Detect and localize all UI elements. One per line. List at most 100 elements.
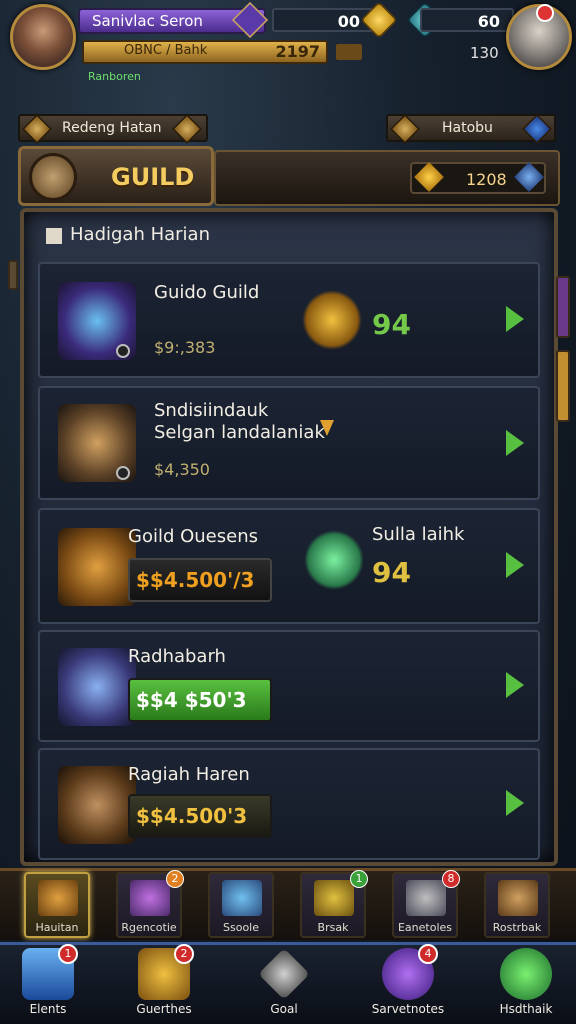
lock-icon — [116, 466, 130, 480]
row-score: 94 — [372, 556, 411, 589]
tab-label: Rgencotie — [121, 921, 177, 934]
green-potion-icon — [304, 530, 364, 590]
row-arrow-icon[interactable] — [506, 790, 524, 816]
lock-icon — [116, 344, 130, 358]
panel-title-text: Hadigah Harian — [70, 224, 210, 245]
tab-badge: 1 — [350, 870, 368, 888]
tab-hauitan[interactable]: Hauitan — [24, 872, 90, 938]
reward-row[interactable]: Sndisiindauk Selgan landalaniak $4,350 — [38, 386, 540, 500]
face-icon — [500, 948, 552, 1000]
sub-left-label: Redeng Hatan — [62, 120, 162, 136]
nav-badge: 2 — [174, 944, 194, 964]
row-title: Goild Ouesens — [128, 526, 258, 547]
gold-bar-label: OBNC / Bahk — [124, 43, 208, 58]
chest-gold-icon — [314, 880, 354, 916]
row-score: 94 — [372, 308, 411, 341]
sub-right-label: Hatobu — [442, 120, 493, 136]
tab-badge: 8 — [442, 870, 460, 888]
nav-hsdthaik[interactable]: Hsdthaik — [488, 944, 564, 1024]
notification-dot — [536, 4, 554, 22]
resource-value-3: 130 — [470, 44, 499, 62]
row-price: $9:,383 — [154, 338, 216, 357]
reward-row[interactable]: Ragiah Haren $$4.500'3 — [38, 748, 540, 860]
row-title: Sndisiindauk — [154, 400, 269, 421]
nav-label: Goal — [270, 1002, 298, 1016]
price-button[interactable]: $$4.500'/3 — [128, 558, 272, 602]
gold-bar: OBNC / Bahk 2197 — [82, 40, 362, 64]
guild-emblem-icon[interactable] — [29, 153, 77, 201]
nav-home[interactable]: 1 Elents — [10, 944, 86, 1024]
side-tab-gold[interactable] — [556, 350, 570, 422]
row-title: Guido Guild — [154, 282, 260, 303]
edit-icon[interactable] — [336, 44, 362, 60]
tab-ssoole[interactable]: Ssoole — [208, 872, 274, 938]
resource-counter-1: 00 — [272, 8, 374, 32]
row-arrow-icon[interactable] — [506, 672, 524, 698]
tab-label: Hauitan — [35, 921, 79, 934]
compass-icon — [390, 114, 420, 144]
chest-blue-icon — [222, 880, 262, 916]
guild-currency: 1208 — [410, 162, 546, 194]
tab-brsak[interactable]: 1 Brsak — [300, 870, 368, 938]
nav-sarvetnotes[interactable]: 4 Sarvetnotes — [370, 944, 446, 1024]
row-arrow-icon[interactable] — [506, 430, 524, 456]
gold-crystal-icon — [414, 162, 444, 192]
side-tab-left[interactable] — [8, 260, 18, 290]
resource-counter-2: 60 — [420, 8, 514, 32]
row-subtitle: Selgan landalaniak — [154, 422, 325, 443]
row-price: $4,350 — [154, 460, 210, 479]
reward-row[interactable]: Guido Guild $9:,383 94 — [38, 262, 540, 378]
tab-eanetoles[interactable]: 8 Eanetoles — [392, 870, 460, 938]
price-button[interactable]: $$4.500'3 — [128, 794, 272, 838]
treasure-chest-icon — [58, 528, 136, 606]
gold-value: 2197 — [275, 42, 320, 61]
panel-title: Hadigah Harian — [44, 224, 210, 245]
nav-label: Sarvetnotes — [371, 1002, 445, 1016]
blue-shield-icon — [522, 114, 552, 144]
nav-label: Guerthes — [136, 1002, 192, 1016]
resource-value-1: 00 — [337, 12, 360, 31]
gold-coin-icon[interactable] — [360, 1, 398, 39]
price-button[interactable]: $$4 $50'3 — [128, 678, 272, 722]
resource-value-2: 60 — [477, 12, 500, 31]
nav-badge: 4 — [418, 944, 438, 964]
tab-label: Eanetoles — [397, 921, 453, 934]
game-screen: Sanivlac Seron OBNC / Bahk 2197 Ranboren… — [0, 0, 576, 1024]
tab-badge: 2 — [166, 870, 184, 888]
row-title: Ragiah Haren — [128, 764, 250, 785]
chest-purple-icon — [130, 880, 170, 916]
reward-row[interactable]: Goild Ouesens $$4.500'/3 Sulla laihk 94 — [38, 508, 540, 624]
row-arrow-icon[interactable] — [506, 306, 524, 332]
tab-label: Rostrbak — [492, 921, 542, 934]
blue-crystal-icon[interactable] — [514, 162, 544, 192]
row-right-title: Sulla laihk — [372, 524, 465, 545]
sub-left-button[interactable]: Redeng Hatan — [18, 114, 208, 144]
nav-label: Elents — [29, 1002, 67, 1016]
sub-right-button[interactable]: Hatobu — [386, 114, 556, 144]
reward-row[interactable]: Radhabarh $$4 $50'3 — [38, 630, 540, 742]
gold-gem-icon — [172, 114, 202, 144]
row-arrow-icon[interactable] — [506, 552, 524, 578]
guild-header: GUILD — [18, 146, 214, 206]
gold-cube-icon — [22, 114, 52, 144]
tab-rgencotie[interactable]: 2 Rgencotie — [116, 870, 184, 938]
rank-label: Ranboren — [88, 70, 141, 83]
nav-badge: 1 — [58, 944, 78, 964]
top-bar: Sanivlac Seron OBNC / Bahk 2197 Ranboren… — [0, 0, 576, 83]
dice-icon — [258, 948, 310, 1000]
player-avatar[interactable] — [10, 4, 76, 70]
armor-icon — [406, 880, 446, 916]
dagger-icon — [58, 648, 136, 726]
tab-label: Ssoole — [223, 921, 259, 934]
tab-label: Brsak — [317, 921, 349, 934]
tab-rostrbak[interactable]: Rostrbak — [484, 872, 550, 938]
gold-horn-icon — [302, 290, 362, 350]
side-tab-purple[interactable] — [556, 276, 570, 338]
nav-quests[interactable]: 2 Guerthes — [126, 944, 202, 1024]
row-title: Radhabarh — [128, 646, 226, 667]
nav-label: Hsdthaik — [499, 1002, 553, 1016]
page-title: GUILD — [111, 163, 195, 191]
nav-goal[interactable]: Goal — [246, 944, 322, 1024]
chest-icon — [38, 880, 78, 916]
cart-icon — [498, 880, 538, 916]
